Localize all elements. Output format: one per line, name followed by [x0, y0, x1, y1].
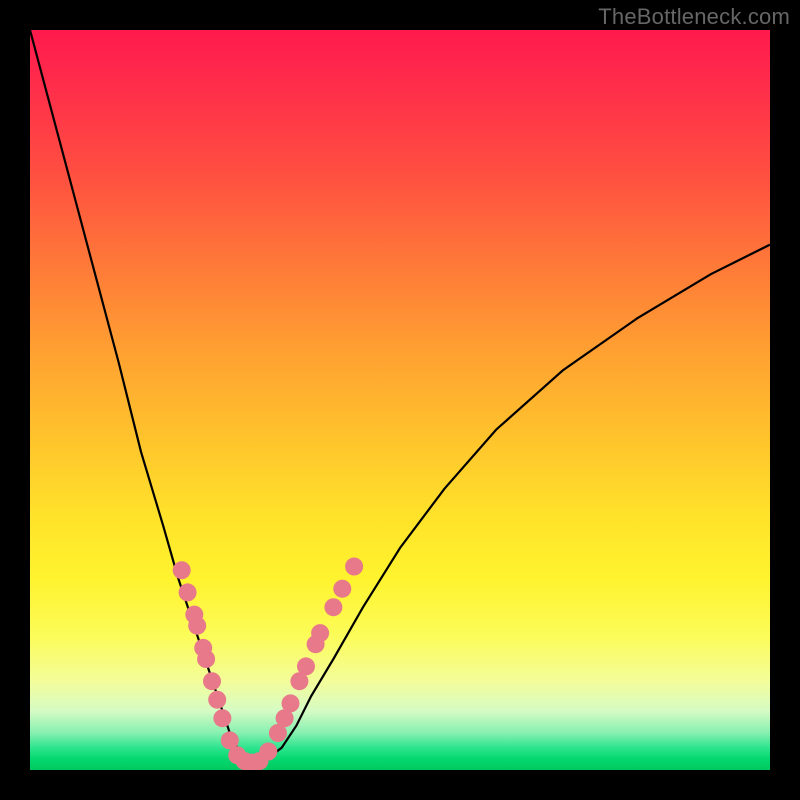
highlight-dot — [213, 709, 231, 727]
highlight-dot — [345, 558, 363, 576]
chart-svg — [30, 30, 770, 770]
bottleneck-curve — [30, 30, 770, 763]
chart-plot-area — [30, 30, 770, 770]
highlight-dot — [188, 617, 206, 635]
highlight-dot — [197, 650, 215, 668]
highlight-dot — [333, 580, 351, 598]
highlight-dot — [203, 672, 221, 690]
highlight-dot — [297, 657, 315, 675]
highlight-dots-group — [173, 558, 363, 771]
highlight-dot — [179, 583, 197, 601]
highlight-dot — [208, 691, 226, 709]
highlight-dot — [311, 624, 329, 642]
highlight-dot — [173, 561, 191, 579]
chart-frame: TheBottleneck.com — [0, 0, 800, 800]
watermark-text: TheBottleneck.com — [598, 4, 790, 30]
highlight-dot — [324, 598, 342, 616]
highlight-dot — [282, 694, 300, 712]
highlight-dot — [259, 743, 277, 761]
